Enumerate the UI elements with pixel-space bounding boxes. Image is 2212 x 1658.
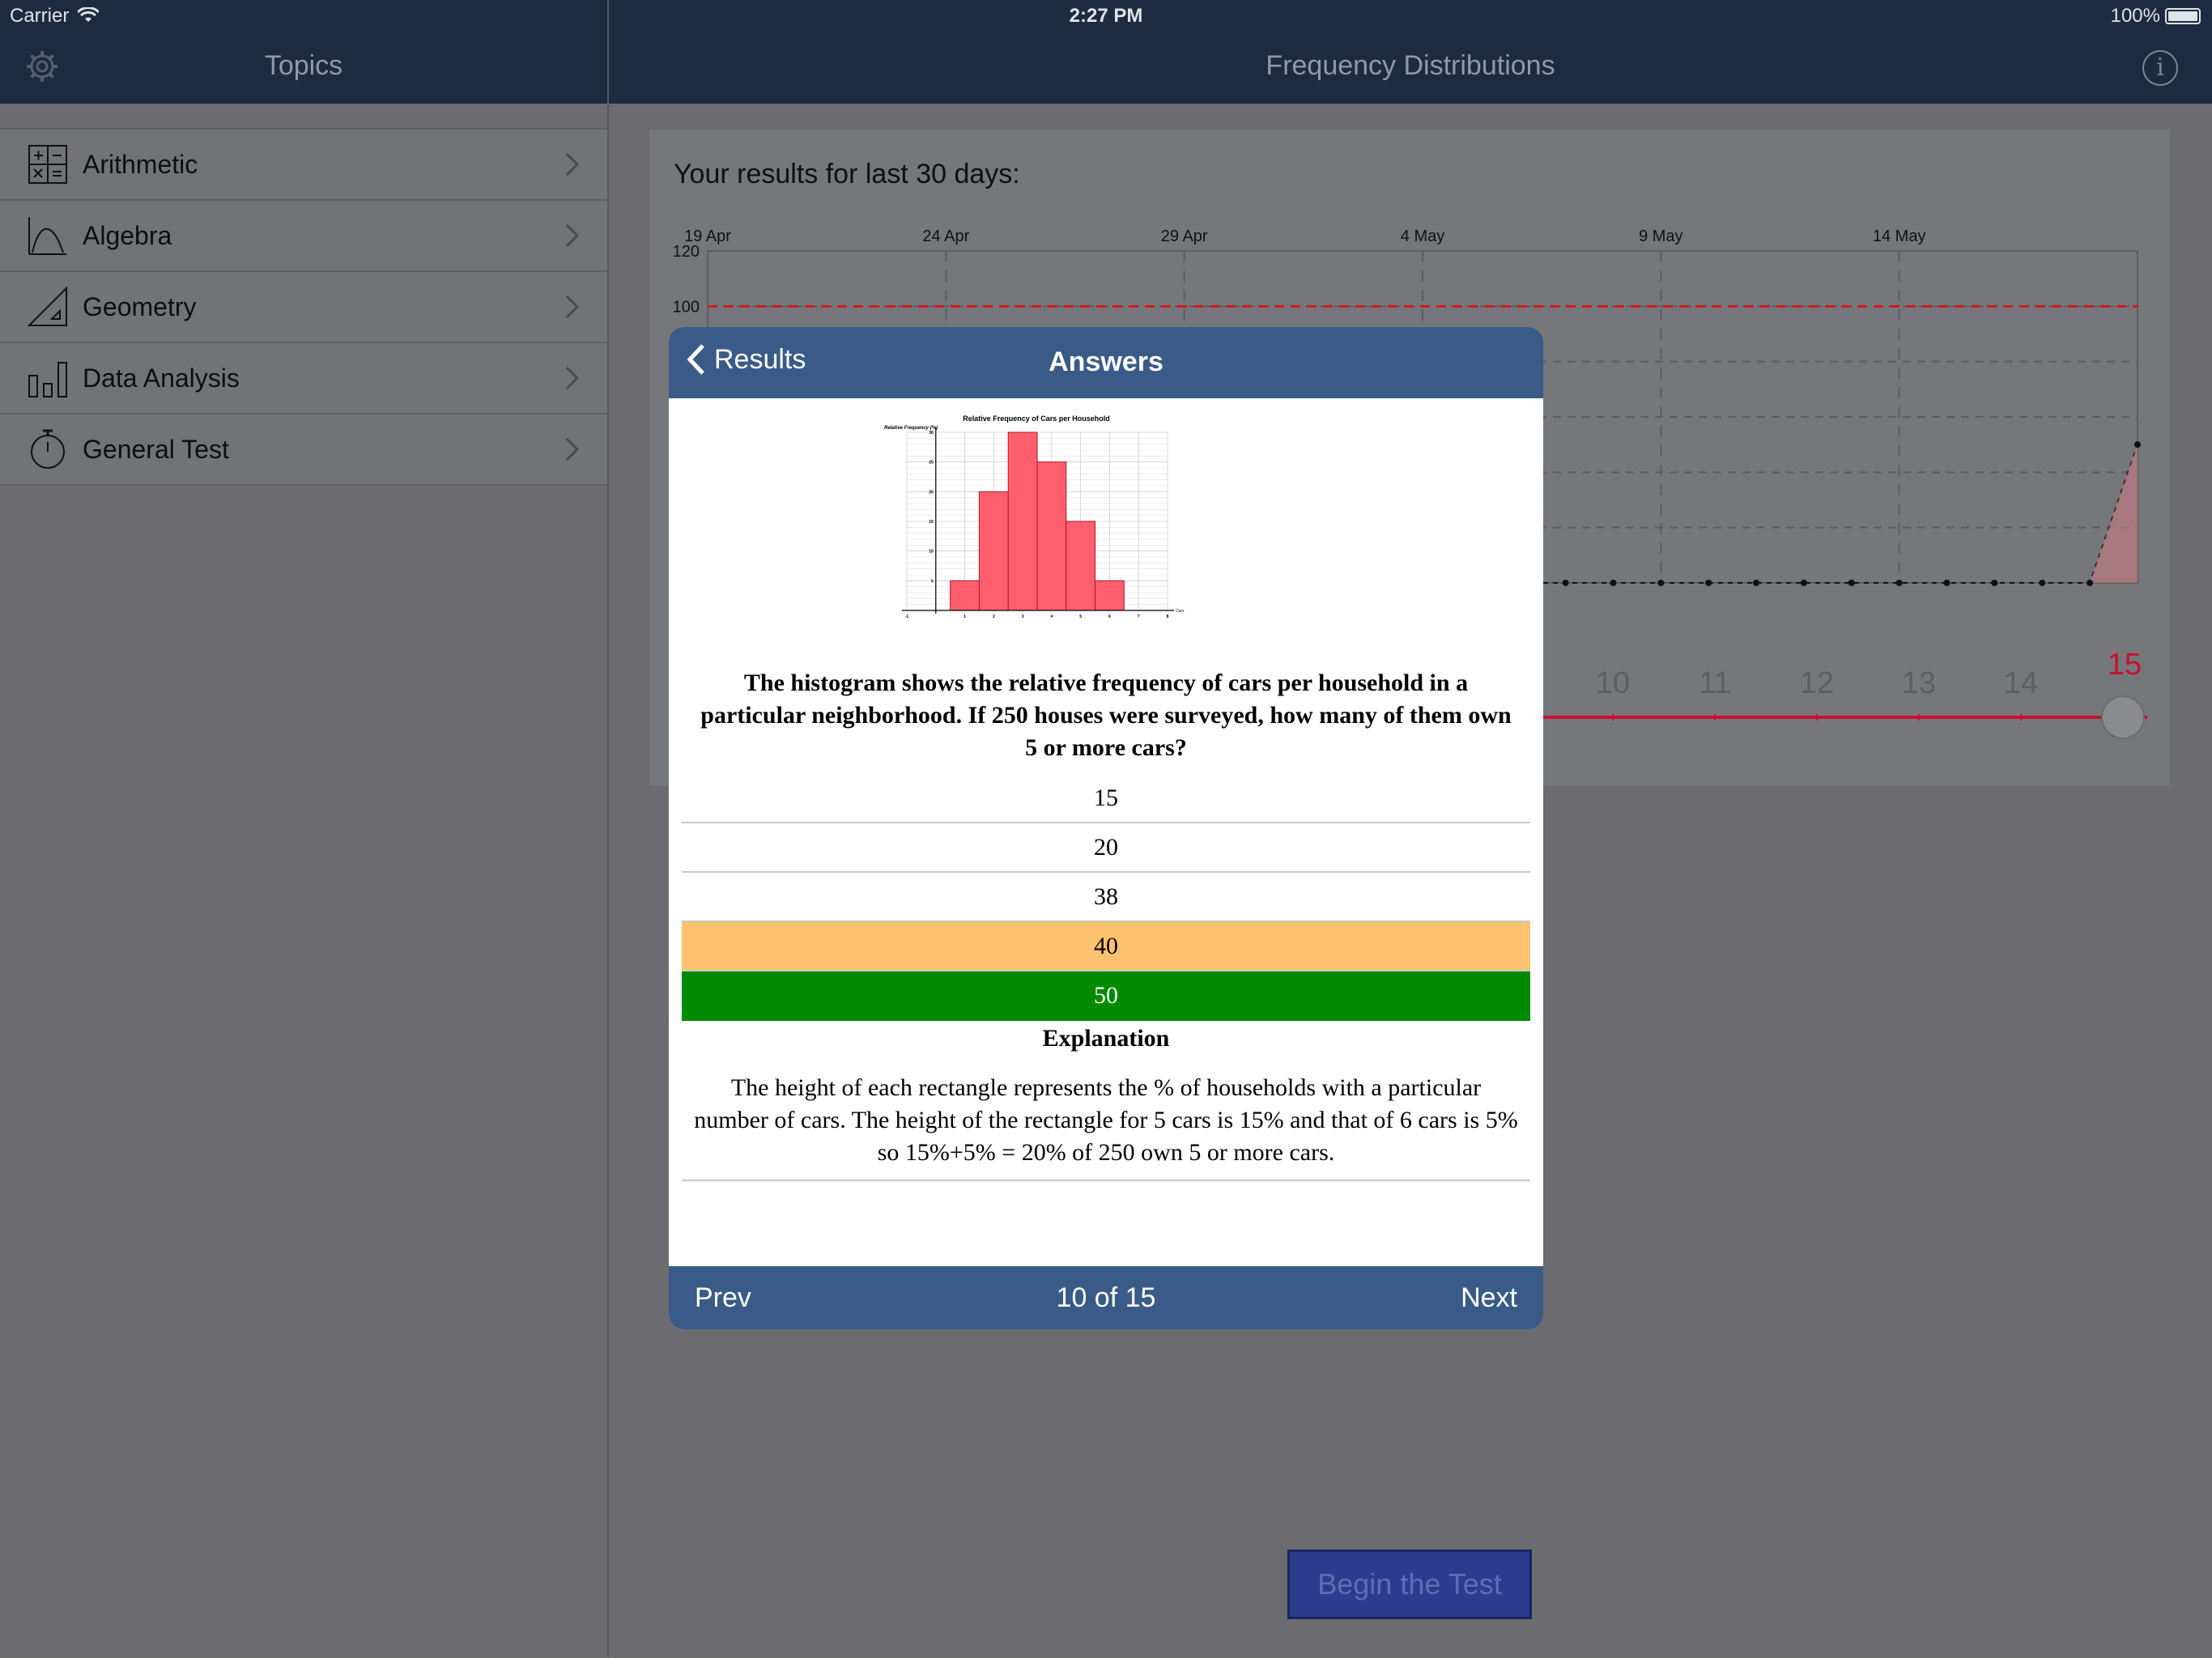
sidebar-item-label: Algebra	[83, 220, 172, 250]
data-point	[1657, 580, 1665, 586]
data-point	[1848, 580, 1855, 586]
data-point	[1705, 580, 1712, 586]
answer-option[interactable]: 15	[682, 774, 1530, 823]
y-tick-label: 120	[673, 243, 700, 261]
parabola-icon	[28, 217, 66, 255]
y-tick-label: 100	[673, 298, 700, 316]
answers-modal: Results Answers Relative Frequency of Ca…	[669, 327, 1543, 1329]
chevron-right-icon	[565, 437, 580, 461]
data-point	[2039, 580, 2046, 586]
histogram-y-tick: 15	[929, 520, 934, 525]
answer-option[interactable]: 38	[682, 873, 1530, 922]
clock: 2:27 PM	[1069, 5, 1143, 27]
histogram-bar	[950, 580, 980, 611]
data-point	[1800, 580, 1807, 586]
data-point	[1943, 580, 1950, 586]
histogram-y-tick: 30	[929, 431, 934, 436]
histogram-x-tick: 5	[1079, 614, 1082, 619]
x-tick-label: 9 May	[1639, 227, 1682, 245]
sidebar-item-arithmetic[interactable]: Arithmetic	[0, 130, 607, 201]
modal-header: Results Answers	[669, 327, 1543, 398]
modal-footer: Prev 10 of 15 Next	[669, 1266, 1543, 1329]
top-bar: Carrier 2:27 PM 100% Topics Frequency Di…	[0, 0, 2212, 104]
question-counter: 10 of 15	[1056, 1282, 1156, 1313]
data-point	[1562, 580, 1569, 586]
sidebar-item-label: Geometry	[83, 291, 197, 321]
set-square-icon	[28, 287, 67, 326]
histogram-x-tick: 1	[963, 614, 966, 619]
histogram-x-tick: 6	[1108, 614, 1111, 619]
sidebar-title: Topics	[264, 50, 343, 81]
histogram-figure: Relative Frequency of Cars per Household…	[884, 414, 1185, 619]
x-tick-label: 4 May	[1401, 227, 1444, 245]
slider-tick-label: 13	[1902, 666, 1936, 700]
data-point	[1753, 580, 1760, 586]
bar-chart-icon	[28, 362, 67, 397]
battery-percent: 100%	[2110, 5, 2160, 27]
sidebar-item-geometry[interactable]: Geometry	[0, 272, 607, 343]
slider-tick-label: 12	[1800, 666, 1834, 700]
histogram-bar	[1066, 521, 1096, 611]
split-divider	[607, 0, 609, 1658]
slider-value: 15	[2108, 648, 2142, 682]
modal-title: Answers	[1049, 346, 1163, 377]
sidebar: Arithmetic Algebra Geometry Data Analysi…	[0, 104, 607, 1658]
question-text: The histogram shows the relative frequen…	[700, 670, 1512, 761]
sidebar-item-label: Arithmetic	[83, 149, 198, 179]
info-icon[interactable]: i	[2142, 50, 2178, 86]
sidebar-item-algebra[interactable]: Algebra	[0, 201, 607, 272]
histogram-x-tick: 4	[1050, 614, 1053, 619]
data-point	[2087, 580, 2094, 586]
histogram-bar	[1036, 461, 1067, 611]
explanation-title: Explanation	[1042, 1025, 1170, 1052]
slider-thumb	[2101, 695, 2145, 739]
histogram-x-tick: 7	[1138, 614, 1140, 619]
sidebar-item-label: Data Analysis	[83, 363, 240, 393]
histogram-x-tick: -1	[905, 614, 909, 619]
histogram-bar	[1007, 432, 1038, 611]
x-tick-label: 24 Apr	[922, 227, 969, 245]
answer-option-wrong[interactable]: 40	[682, 922, 1530, 971]
page-title: Frequency Distributions	[1266, 50, 1555, 81]
data-point	[1895, 580, 1903, 586]
battery-icon	[2165, 8, 2201, 24]
histogram-title: Relative Frequency of Cars per Household	[963, 414, 1110, 423]
chevron-right-icon	[565, 152, 580, 176]
histogram-y-tick: 25	[929, 461, 934, 466]
next-button[interactable]: Next	[1461, 1282, 1517, 1314]
data-point	[1610, 580, 1617, 586]
stopwatch-icon	[31, 429, 65, 469]
sidebar-item-label: General Test	[83, 434, 229, 464]
histogram-bar	[978, 491, 1009, 611]
sidebar-item-general-test[interactable]: General Test	[0, 414, 607, 486]
chevron-right-icon	[565, 366, 580, 390]
histogram-x-tick: 2	[993, 614, 995, 619]
calculator-icon	[28, 145, 67, 184]
sidebar-item-data-analysis[interactable]: Data Analysis	[0, 343, 607, 414]
histogram-x-tick: 8	[1167, 614, 1169, 619]
answer-option-correct[interactable]: 50	[682, 971, 1530, 1021]
slider-tick-label: 14	[2004, 666, 2038, 700]
answer-option[interactable]: 20	[682, 823, 1530, 873]
slider-tick-label: 11	[1699, 666, 1730, 700]
divider	[682, 1180, 1530, 1181]
x-tick-label: 29 Apr	[1161, 227, 1208, 245]
histogram-xlabel: Cars	[1176, 609, 1185, 614]
histogram-y-tick: 5	[931, 579, 934, 584]
chevron-right-icon	[565, 223, 580, 248]
data-point	[1991, 580, 1998, 586]
histogram-bar	[1095, 580, 1125, 611]
topic-list: Arithmetic Algebra Geometry Data Analysi…	[0, 128, 607, 486]
x-tick-label: 14 May	[1873, 227, 1926, 245]
slider-tick-label: 10	[1596, 666, 1630, 700]
histogram-y-tick: 20	[929, 490, 934, 495]
histogram-x-tick: 3	[1022, 614, 1024, 619]
battery-status: 100%	[2111, 5, 2201, 28]
data-point	[2134, 441, 2141, 449]
explanation-text: The height of each rectangle represents …	[694, 1074, 1518, 1166]
histogram-y-tick: 10	[929, 550, 934, 555]
begin-test-button[interactable]: Begin the Test	[1287, 1550, 1532, 1619]
answer-list: 15 20 38 40 50	[682, 774, 1530, 1021]
chevron-right-icon	[565, 295, 580, 319]
